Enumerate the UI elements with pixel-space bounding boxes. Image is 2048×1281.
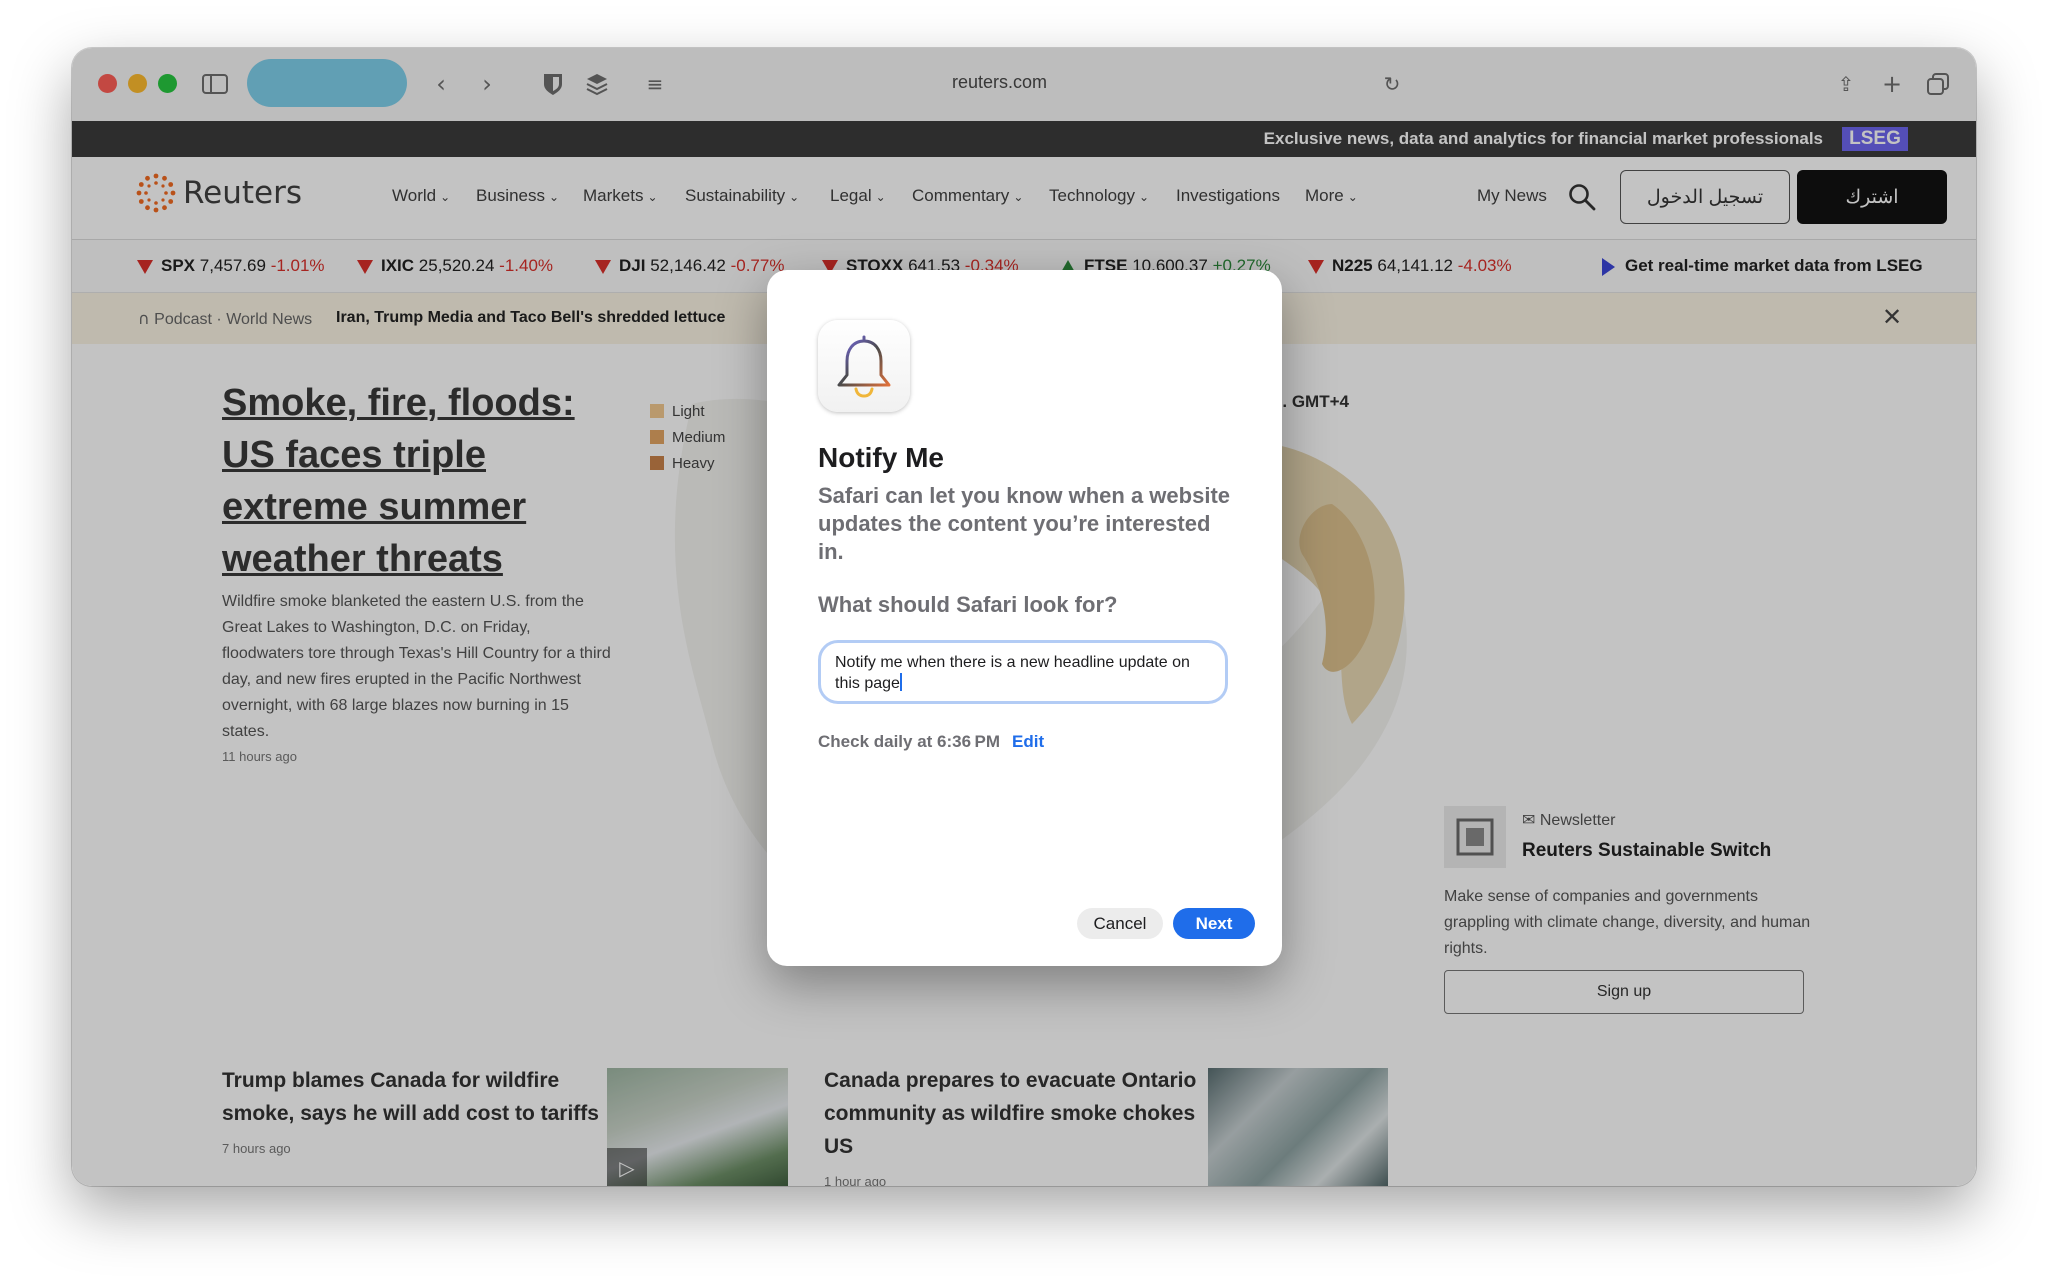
dialog-title: Notify Me	[818, 442, 944, 473]
notify-query-text: Notify me when there is a new headline u…	[835, 654, 1190, 692]
check-schedule: Check daily at 6:36 PM	[818, 732, 1000, 751]
text-cursor	[899, 673, 902, 691]
dialog-question: What should Safari look for?	[818, 592, 1118, 617]
notify-me-dialog: Notify Me Safari can let you know when a…	[767, 270, 1282, 966]
cancel-button[interactable]: Cancel	[1077, 908, 1163, 939]
notify-query-input[interactable]: Notify me when there is a new headline u…	[818, 640, 1228, 704]
browser-window: ‹ › ≡ reuters.com ↻ ⇪ + Exclusive news, …	[72, 48, 1976, 1186]
edit-schedule-link[interactable]: Edit	[1012, 732, 1044, 752]
bell-app-icon	[818, 320, 910, 412]
dialog-subtitle: Safari can let you know when a website u…	[818, 483, 1231, 564]
next-button[interactable]: Next	[1173, 908, 1255, 939]
bell-icon	[837, 335, 891, 398]
